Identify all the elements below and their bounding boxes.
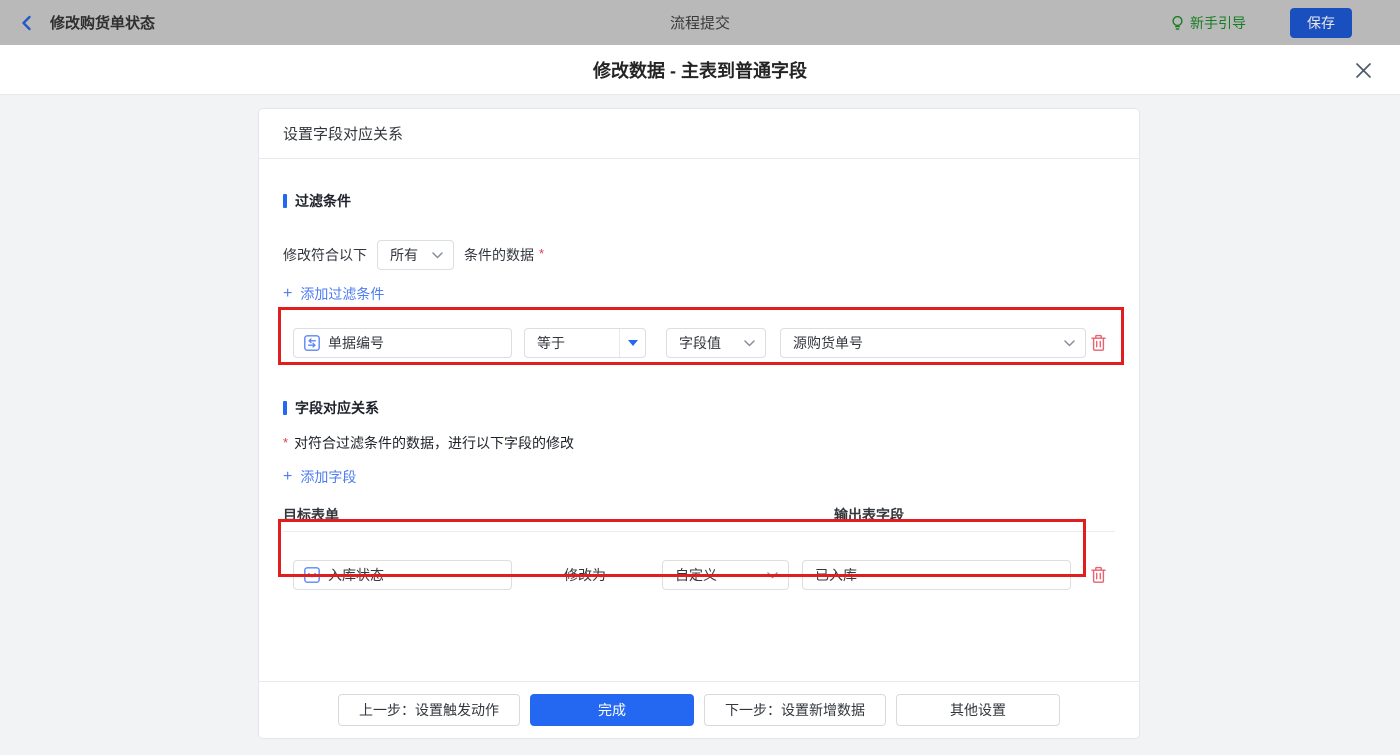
done-button[interactable]: 完成	[530, 694, 694, 726]
lightbulb-icon	[1170, 15, 1185, 31]
section-marker	[283, 401, 287, 415]
filter-section-title: 过滤条件	[283, 191, 1115, 211]
modal-header: 修改数据 - 主表到普通字段	[0, 45, 1400, 95]
custom-value: 已入库	[815, 565, 857, 585]
filter-row: 单据编号 等于 字段值 源购货单号	[283, 328, 1115, 358]
target-field-input[interactable]: 入库状态	[293, 560, 512, 590]
guide-label: 新手引导	[1190, 13, 1246, 33]
delete-filter-row-button[interactable]	[1090, 334, 1107, 352]
delete-mapping-row-button[interactable]	[1090, 566, 1107, 584]
filter-field-value: 单据编号	[328, 333, 384, 353]
back-button[interactable]	[18, 14, 36, 32]
beginner-guide-link[interactable]: 新手引导	[1170, 13, 1246, 33]
filter-value: 源购货单号	[793, 333, 863, 353]
required-mark: *	[283, 435, 288, 450]
filter-field-input[interactable]: 单据编号	[293, 328, 512, 358]
section-marker	[283, 194, 287, 208]
add-field-label: 添加字段	[300, 467, 356, 487]
chevron-left-icon	[18, 14, 36, 32]
match-suffix-label: 条件的数据	[464, 245, 534, 265]
target-form-header: 目标表单	[283, 507, 339, 523]
match-mode-select[interactable]: 所有	[377, 240, 454, 270]
modify-type-value: 自定义	[675, 565, 717, 585]
close-icon	[1355, 62, 1372, 79]
filter-value-select[interactable]: 源购货单号	[780, 328, 1086, 358]
chevron-down-icon	[744, 340, 755, 347]
add-filter-condition-label: 添加过滤条件	[300, 284, 384, 304]
panel-title: 设置字段对应关系	[259, 109, 1139, 159]
add-field-link[interactable]: + 添加字段	[283, 467, 356, 487]
output-field-header: 输出表字段	[834, 505, 904, 525]
mapping-section-label: 字段对应关系	[295, 398, 379, 418]
modify-to-label: 修改为	[564, 565, 606, 585]
modify-type-select[interactable]: 自定义	[662, 560, 789, 590]
add-filter-condition-link[interactable]: + 添加过滤条件	[283, 284, 384, 304]
mapping-column-headers: 目标表单 输出表字段	[283, 505, 1115, 521]
divider	[283, 531, 1115, 532]
modal-content: 设置字段对应关系 过滤条件 修改符合以下 所有 条件的数据 * + 添加过滤条件	[0, 95, 1400, 755]
match-mode-value: 所有	[390, 245, 418, 265]
mapping-row: 入库状态 修改为 自定义 已入库	[283, 560, 1115, 590]
filter-section-label: 过滤条件	[295, 191, 351, 211]
serial-number-field-icon	[304, 335, 320, 351]
trash-icon	[1090, 334, 1107, 352]
value-type-select[interactable]: 字段值	[666, 328, 766, 358]
dropdown-field-icon	[304, 567, 320, 583]
chevron-down-icon	[767, 572, 778, 579]
save-button[interactable]: 保存	[1290, 8, 1352, 38]
chevron-down-icon	[1064, 340, 1075, 347]
modal-title: 修改数据 - 主表到普通字段	[593, 57, 807, 83]
workflow-title: 修改购货单状态	[50, 12, 155, 33]
operator-select[interactable]: 等于	[524, 328, 646, 358]
close-button[interactable]	[1351, 58, 1375, 82]
match-prefix-label: 修改符合以下	[283, 245, 367, 265]
mapping-section-title: 字段对应关系	[283, 398, 1115, 418]
chevron-down-icon	[432, 252, 443, 259]
trash-icon	[1090, 566, 1107, 584]
custom-value-input[interactable]: 已入库	[802, 560, 1071, 590]
triangle-down-icon	[628, 340, 638, 346]
other-settings-button[interactable]: 其他设置	[896, 694, 1060, 726]
operator-caret-zone[interactable]	[619, 329, 645, 357]
plus-icon: +	[283, 470, 292, 484]
operator-value: 等于	[525, 333, 619, 353]
mapping-description-text: 对符合过滤条件的数据，进行以下字段的修改	[294, 433, 574, 453]
mapping-description: * 对符合过滤条件的数据，进行以下字段的修改	[283, 433, 1115, 453]
panel-footer: 上一步：设置触发动作 完成 下一步：设置新增数据 其他设置	[259, 681, 1139, 738]
condition-row: 修改符合以下 所有 条件的数据 *	[283, 240, 1115, 270]
value-type-value: 字段值	[679, 333, 721, 353]
top-bar: 修改购货单状态 流程提交 新手引导 保存	[0, 0, 1400, 45]
target-field-value: 入库状态	[328, 565, 384, 585]
mapping-panel: 设置字段对应关系 过滤条件 修改符合以下 所有 条件的数据 * + 添加过滤条件	[258, 108, 1140, 739]
prev-step-button[interactable]: 上一步：设置触发动作	[338, 694, 520, 726]
required-mark: *	[539, 246, 544, 261]
plus-icon: +	[283, 287, 292, 301]
next-step-button[interactable]: 下一步：设置新增数据	[704, 694, 886, 726]
